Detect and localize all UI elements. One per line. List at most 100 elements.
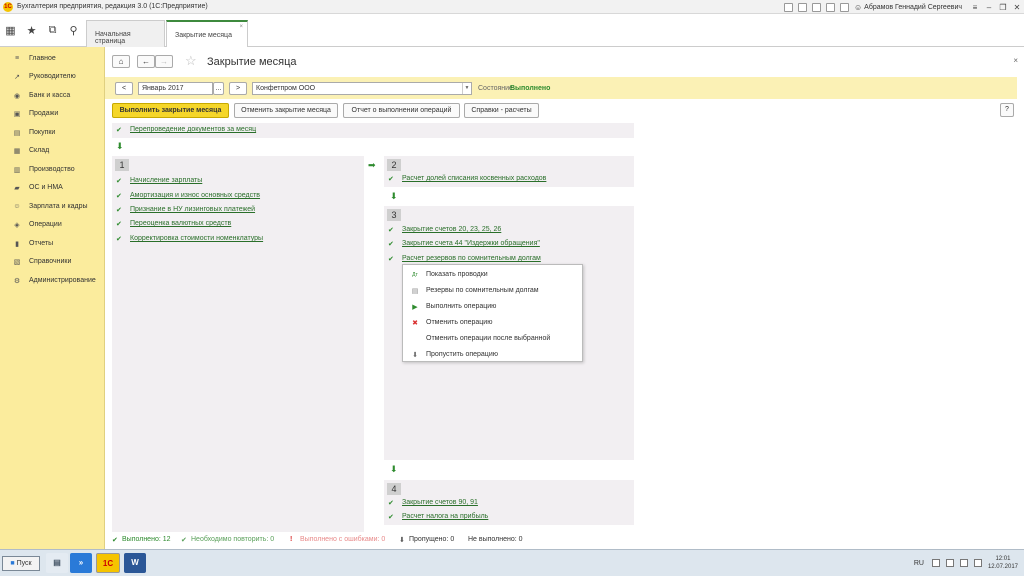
menu-item-label: Показать проводки xyxy=(426,271,488,278)
cancel-closing-button[interactable]: Отменить закрытие месяца xyxy=(234,103,338,118)
flag-icon[interactable] xyxy=(945,559,954,567)
menu-item-label: Выполнить операцию xyxy=(426,303,497,310)
tab-close-icon[interactable]: × xyxy=(239,24,243,30)
computer-icon[interactable]: ▤ xyxy=(46,553,68,573)
operation-link-indirect-costs[interactable]: Расчет долей списания косвенных расходов xyxy=(402,175,546,182)
operation-link-close-44[interactable]: Закрытие счета 44 "Издержки обращения" xyxy=(402,240,540,247)
current-user[interactable]: Абрамов Геннадий Сергеевич xyxy=(864,4,962,11)
restore-icon[interactable]: ❐ xyxy=(996,3,1010,12)
language-indicator[interactable]: RU xyxy=(914,560,924,567)
prev-period-button[interactable]: < xyxy=(115,82,133,95)
sidebar-item-label: Отчеты xyxy=(29,240,54,247)
menu-item-cancel[interactable]: ✖ Отменить операцию xyxy=(403,315,584,330)
tray-arrow-icon[interactable] xyxy=(931,559,940,567)
history-clock-icon[interactable]: ⧉ xyxy=(42,24,63,37)
network-icon[interactable] xyxy=(959,559,968,567)
home-button[interactable]: ⌂ xyxy=(112,55,130,68)
menu-item-show-postings[interactable]: Дт Показать проводки xyxy=(403,267,584,282)
status-skipped-icon: ⬇ xyxy=(399,537,405,544)
help-button[interactable]: ? xyxy=(1000,103,1014,117)
word-icon[interactable]: W xyxy=(124,553,146,573)
close-form-icon[interactable]: × xyxy=(1013,56,1018,65)
period-select-button[interactable]: ... xyxy=(213,82,224,95)
window-titlebar: 1С Бухгалтерия предприятия, редакция 3.0… xyxy=(0,0,1024,14)
operation-link-close-20-26[interactable]: Закрытие счетов 20, 23, 25, 26 xyxy=(402,226,501,233)
back-button[interactable]: ← xyxy=(137,55,155,68)
sidebar-item-main[interactable]: ≡ Главное xyxy=(0,50,105,67)
menu-icon[interactable]: ≡ xyxy=(968,3,982,12)
execute-closing-button[interactable]: Выполнить закрытие месяца xyxy=(112,103,229,118)
sidebar-item-reports[interactable]: ▮ Отчеты xyxy=(0,235,105,252)
sections-grid-icon[interactable]: ▦ xyxy=(0,24,21,37)
sidebar-item-purchases[interactable]: ▤ Покупки xyxy=(0,124,105,141)
sidebar-item-sales[interactable]: ▣ Продажи xyxy=(0,105,105,122)
tab-label: Начальная страница xyxy=(95,31,131,45)
stage-4-panel: 4 ✔ Закрытие счетов 90, 91 ✔ Расчет нало… xyxy=(384,480,634,525)
history-icon[interactable] xyxy=(798,2,807,12)
calculator-icon[interactable] xyxy=(826,2,835,12)
purchases-icon: ▤ xyxy=(13,129,21,137)
sidebar-item-administration[interactable]: ⚙ Администрирование xyxy=(0,272,105,289)
sidebar-item-warehouse[interactable]: ▦ Склад xyxy=(0,142,105,159)
search-icon[interactable]: ⚲ xyxy=(63,24,84,37)
sidebar-item-fixed-assets[interactable]: ▰ ОС и НМА xyxy=(0,179,105,196)
calendar-icon[interactable] xyxy=(784,2,793,12)
operation-link-doubtful-debts[interactable]: Расчет резервов по сомнительным долгам xyxy=(402,255,541,262)
powershell-icon[interactable]: » xyxy=(70,553,92,573)
page-title: Закрытие месяца xyxy=(207,56,297,68)
operation-link-revaluation[interactable]: Переоценка валютных средств xyxy=(130,220,231,227)
operation-link-depreciation[interactable]: Амортизация и износ основных средств xyxy=(130,192,260,199)
operation-link-close-90-91[interactable]: Закрытие счетов 90, 91 xyxy=(402,499,478,506)
operation-link-income-tax[interactable]: Расчет налога на прибыль xyxy=(402,513,488,520)
menu-item-cancel-after[interactable]: Отменить операции после выбранной xyxy=(403,331,584,346)
info-icon[interactable] xyxy=(840,2,849,12)
status-not-done: Не выполнено: 0 xyxy=(468,536,523,543)
menu-item-label: Резервы по сомнительным долгам xyxy=(426,287,539,294)
clock[interactable]: 12:01 12.07.2017 xyxy=(988,555,1018,571)
next-period-button[interactable]: > xyxy=(229,82,247,95)
favorites-star-icon[interactable]: ★ xyxy=(21,24,42,37)
factory-icon: ▥ xyxy=(13,166,21,174)
tab-home[interactable]: Начальная страница xyxy=(86,20,165,47)
organization-field[interactable]: Конфетпром ООО ▼ xyxy=(252,82,472,95)
volume-icon[interactable] xyxy=(973,559,982,567)
operation-link-reposting[interactable]: Перепроведение документов за месяц xyxy=(130,126,256,133)
close-window-icon[interactable]: ✕ xyxy=(1010,3,1024,12)
start-button[interactable]: ■ Пуск xyxy=(2,556,40,571)
dropdown-arrow-icon[interactable]: ▼ xyxy=(462,83,471,94)
sidebar-item-salary[interactable]: ☺ Зарплата и кадры xyxy=(0,198,105,215)
sales-icon: ▣ xyxy=(13,110,21,118)
truck-icon: ▰ xyxy=(14,184,20,192)
minimize-icon[interactable]: – xyxy=(982,3,996,12)
sidebar-item-operations[interactable]: ◈ Операции xyxy=(0,216,105,233)
windows-logo-icon: ■ xyxy=(10,560,15,567)
references-button[interactable]: Справки - расчеты xyxy=(464,103,539,118)
sidebar-item-production[interactable]: ▥ Производство xyxy=(0,161,105,178)
favorites-icon[interactable] xyxy=(812,2,821,12)
check-icon: ✔ xyxy=(116,236,122,243)
operation-link-salary[interactable]: Начисление зарплаты xyxy=(130,177,202,184)
operation-link-leasing[interactable]: Признание в НУ лизинговых платежей xyxy=(130,206,255,213)
system-tray: RU 12:01 12.07.2017 xyxy=(914,552,1018,574)
sidebar-item-label: Администрирование xyxy=(29,277,96,284)
menu-item-execute[interactable]: ▶ Выполнить операцию xyxy=(403,299,584,314)
period-field[interactable]: Январь 2017 xyxy=(138,82,213,95)
sidebar-item-label: Банк и касса xyxy=(29,92,71,99)
add-to-favorites-star-icon[interactable]: ☆ xyxy=(185,53,197,69)
menu-item-doubtful-reserves[interactable]: ▤ Резервы по сомнительным долгам xyxy=(403,283,584,298)
forward-button[interactable]: → xyxy=(155,55,173,68)
1c-app-icon[interactable]: 1С xyxy=(96,553,120,573)
menu-item-label: Отменить операции после выбранной xyxy=(426,335,551,342)
operations-report-button[interactable]: Отчет о выполнении операций xyxy=(343,103,460,118)
sidebar-item-manager[interactable]: ↗ Руководителю xyxy=(0,68,105,85)
sidebar-item-label: Главное xyxy=(29,55,56,62)
menu-item-skip[interactable]: ⬇ Пропустить операцию xyxy=(403,347,584,362)
stage-2-panel: 2 ✔ Расчет долей списания косвенных расх… xyxy=(384,156,634,187)
stage-number: 4 xyxy=(387,483,401,495)
arrow-left-icon: ← xyxy=(142,57,150,66)
sections-sidebar: ≡ Главное ↗ Руководителю ◉ Банк и касса ▣ Пр… xyxy=(0,47,105,549)
sidebar-item-bank[interactable]: ◉ Банк и касса xyxy=(0,87,105,104)
tab-month-closing[interactable]: Закрытие месяца × xyxy=(166,20,248,48)
operation-link-cost-adjustment[interactable]: Корректировка стоимости номенклатуры xyxy=(130,235,263,242)
sidebar-item-catalogs[interactable]: ▧ Справочники xyxy=(0,253,105,270)
